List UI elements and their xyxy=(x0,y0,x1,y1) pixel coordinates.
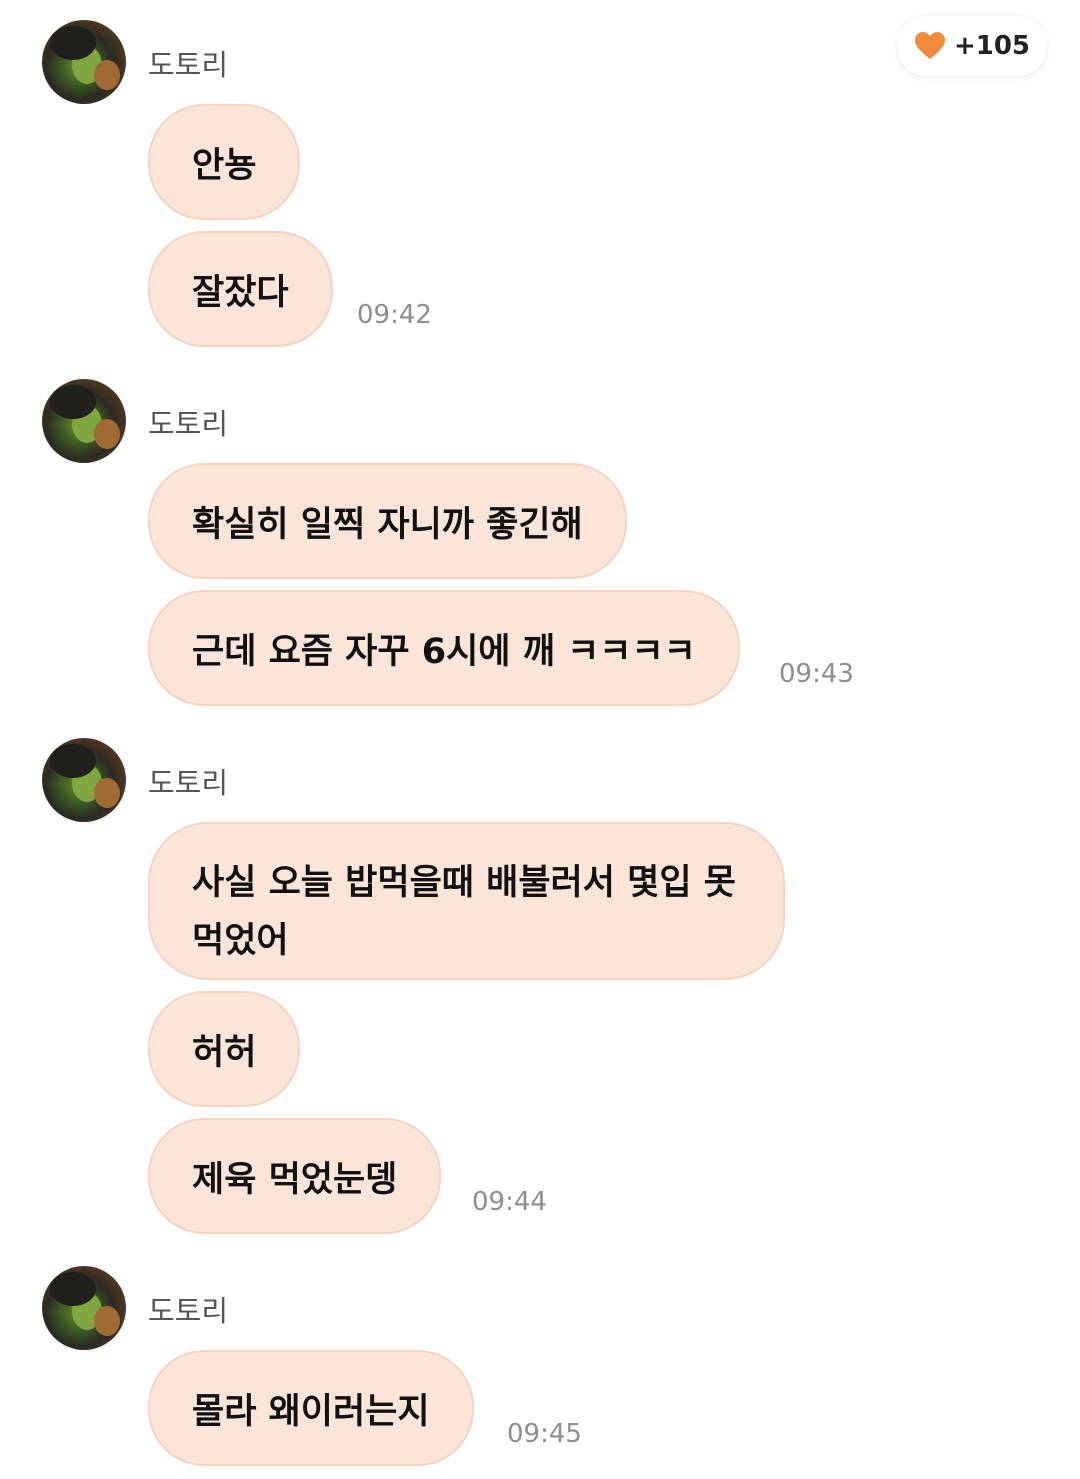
sender-name: 도토리 xyxy=(148,766,229,800)
like-badge[interactable]: +105 xyxy=(897,16,1047,76)
message-bubble[interactable]: 안뇽 xyxy=(148,104,301,220)
message-bubble[interactable]: 잘잤다 xyxy=(148,231,333,347)
heart-icon xyxy=(914,31,946,61)
message-timestamp: 09:44 xyxy=(472,1187,547,1217)
message-bubble[interactable]: 허허 xyxy=(148,991,301,1107)
avatar[interactable] xyxy=(42,20,126,104)
message-bubble[interactable]: 몰라 왜이러는지 xyxy=(148,1350,474,1466)
message-bubble[interactable]: 확실히 일찍 자니까 좋긴해 xyxy=(148,463,627,579)
message-bubble[interactable]: 근데 요즘 자꾸 6시에 깨 ㅋㅋㅋㅋ xyxy=(148,590,740,706)
avatar[interactable] xyxy=(42,1266,126,1350)
sender-name: 도토리 xyxy=(148,407,229,441)
message-timestamp: 09:45 xyxy=(507,1419,582,1449)
sender-name: 도토리 xyxy=(148,1294,229,1328)
sender-name: 도토리 xyxy=(148,48,229,82)
message-bubble[interactable]: 제육 먹었눈뎅 xyxy=(148,1118,442,1234)
avatar[interactable] xyxy=(42,379,126,463)
avatar[interactable] xyxy=(42,738,126,822)
message-timestamp: 09:43 xyxy=(779,659,854,689)
like-count: +105 xyxy=(953,31,1031,61)
message-timestamp: 09:42 xyxy=(357,300,432,330)
message-bubble[interactable]: 사실 오늘 밥먹을때 배불러서 몇입 못먹었어 xyxy=(148,822,785,980)
